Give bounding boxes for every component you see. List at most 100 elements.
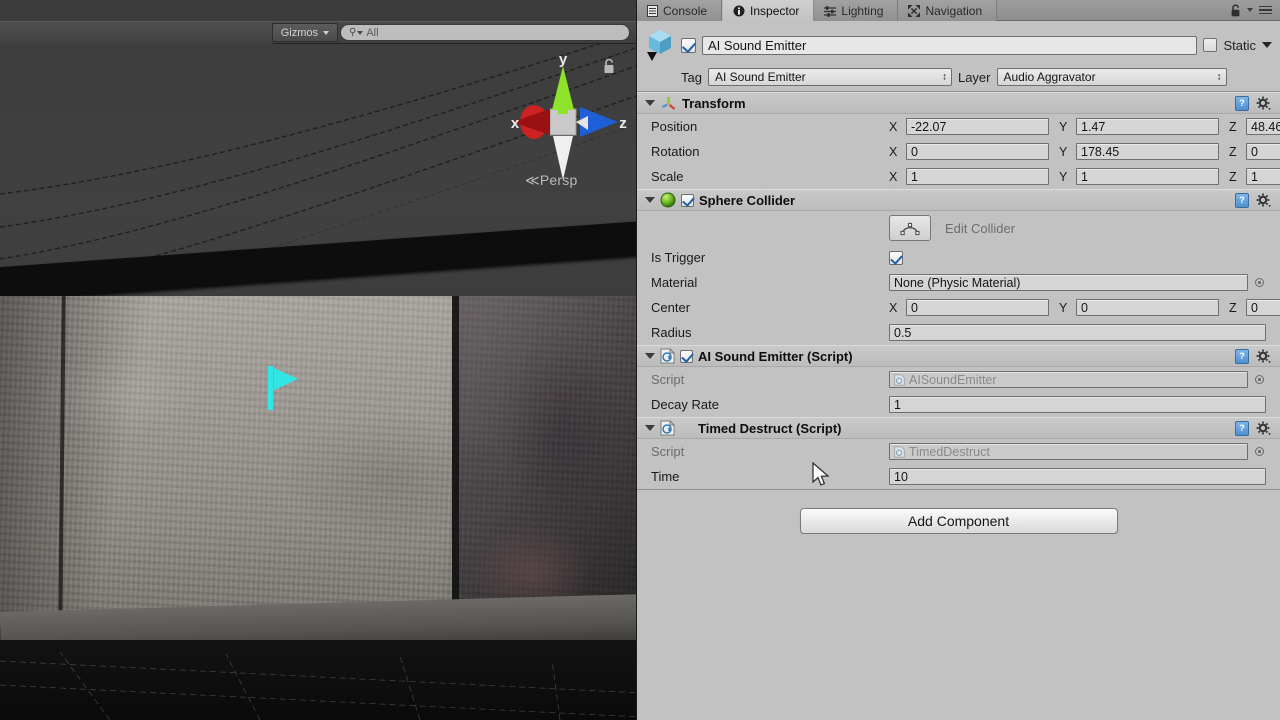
object-picker-icon[interactable] — [1253, 375, 1266, 384]
foldout-triangle-icon[interactable] — [645, 100, 655, 106]
chevron-down-icon[interactable] — [1247, 8, 1253, 12]
is-trigger-checkbox[interactable] — [889, 250, 903, 265]
position-y-input[interactable]: 1.47 — [1076, 118, 1219, 135]
console-icon — [647, 4, 658, 17]
component-sphere-collider: Sphere Collider ? Edit Collider Is Trigg… — [637, 189, 1280, 345]
help-book-icon[interactable]: ? — [1235, 348, 1249, 364]
component-title: AI Sound Emitter (Script) — [698, 348, 853, 364]
component-header-transform[interactable]: Transform ? — [637, 92, 1280, 114]
tab-inspector-label: Inspector — [750, 3, 800, 18]
csharp-script-icon — [894, 374, 905, 385]
object-picker-icon[interactable] — [1253, 447, 1266, 456]
inspector-tabbar[interactable]: Console Inspector Lighting Navigation — [637, 0, 1280, 21]
property-row-decay-rate: Decay Rate 1 — [637, 392, 1280, 417]
scene-search-input[interactable]: ⚲ All — [340, 24, 630, 41]
flag-gizmo[interactable] — [268, 366, 302, 410]
help-book-icon[interactable]: ? — [1235, 192, 1249, 208]
component-header-sphere-collider[interactable]: Sphere Collider ? — [637, 189, 1280, 211]
edit-collider-button[interactable] — [889, 215, 931, 241]
rotation-z-input[interactable]: 0 — [1246, 143, 1280, 160]
padlock-icon[interactable] — [1230, 4, 1241, 17]
property-row-radius: Radius 0.5 — [637, 320, 1280, 345]
sphere-collider-enabled-checkbox[interactable] — [681, 193, 694, 207]
property-label: Scale — [651, 169, 684, 184]
time-input[interactable]: 10 — [889, 468, 1266, 485]
radius-input[interactable]: 0.5 — [889, 324, 1266, 341]
property-label: Position — [651, 119, 698, 134]
inspector-tabbar-controls — [1222, 0, 1280, 20]
info-icon — [733, 5, 745, 16]
gear-icon[interactable] — [1256, 349, 1274, 364]
property-row-script: Script AISoundEmitter — [637, 367, 1280, 392]
add-component-button[interactable]: Add Component — [799, 508, 1118, 534]
property-label: Time — [651, 469, 680, 484]
position-z-input[interactable]: 48.46 — [1246, 118, 1280, 135]
property-label: Script — [651, 372, 685, 387]
component-transform: Transform ? Position X -22.07 Y 1.47 Z 4… — [637, 92, 1280, 189]
tab-navigation[interactable]: Navigation — [898, 0, 998, 21]
layer-value: Audio Aggravator — [1003, 70, 1096, 84]
object-picker-icon[interactable] — [1253, 278, 1266, 287]
scale-z-input[interactable]: 1 — [1246, 168, 1280, 185]
static-dropdown-icon[interactable] — [1262, 42, 1272, 48]
tab-lighting-label: Lighting — [841, 3, 884, 18]
gear-icon[interactable] — [1256, 193, 1274, 208]
scene-projection-label[interactable]: ≪Persp — [525, 172, 577, 189]
property-row-script: Script TimedDestruct — [637, 439, 1280, 464]
component-header-ai-sound-emitter[interactable]: AI Sound Emitter (Script) ? — [637, 345, 1280, 367]
scene-toolbar[interactable]: Gizmos ⚲ All — [0, 0, 636, 44]
lighting-icon — [824, 5, 837, 17]
gameobject-header: AI Sound Emitter Static Tag AI Sound Emi… — [637, 21, 1280, 91]
center-z-input[interactable]: 0 — [1246, 299, 1280, 316]
hamburger-menu-icon[interactable] — [1259, 5, 1272, 15]
gizmos-label: Gizmos — [280, 26, 318, 39]
decay-rate-input[interactable]: 1 — [889, 396, 1266, 413]
tab-console[interactable]: Console — [637, 0, 723, 21]
gameobject-enabled-checkbox[interactable] — [681, 37, 696, 53]
foldout-triangle-icon[interactable] — [645, 197, 655, 203]
center-y-input[interactable]: 0 — [1076, 299, 1219, 316]
edit-collider-icon — [900, 222, 920, 236]
axis-label-x: X — [889, 144, 898, 159]
property-label: Radius — [651, 325, 692, 340]
ai-sound-emitter-enabled-checkbox[interactable] — [680, 349, 693, 363]
csharp-script-icon — [660, 420, 675, 436]
help-book-icon[interactable]: ? — [1235, 420, 1249, 436]
material-object-field[interactable]: None (Physic Material) — [889, 274, 1248, 291]
navigation-icon — [908, 4, 921, 17]
axis-label-y: Y — [1059, 169, 1068, 184]
scene-lock-icon[interactable] — [602, 58, 616, 75]
projection-mode-label: Persp — [539, 172, 578, 188]
rotation-y-input[interactable]: 178.45 — [1076, 143, 1219, 160]
gear-icon[interactable] — [1256, 96, 1274, 111]
scene-view[interactable]: y x z ≪Persp Gizmos ⚲ All — [0, 0, 636, 720]
property-row-position: Position X -22.07 Y 1.47 Z 48.46 — [637, 114, 1280, 139]
scale-x-input[interactable]: 1 — [906, 168, 1049, 185]
property-row-is-trigger: Is Trigger — [637, 245, 1280, 270]
component-header-timed-destruct[interactable]: Timed Destruct (Script) ? — [637, 417, 1280, 439]
tab-lighting[interactable]: Lighting — [814, 0, 899, 21]
layer-dropdown[interactable]: Audio Aggravator — [996, 68, 1227, 86]
static-checkbox[interactable] — [1203, 38, 1218, 52]
cube-prefab-icon[interactable] — [645, 28, 675, 62]
add-component-wrap: Add Component — [637, 490, 1280, 534]
tag-dropdown[interactable]: AI Sound Emitter — [707, 68, 952, 86]
gear-icon[interactable] — [1256, 421, 1274, 436]
csharp-script-icon — [660, 348, 675, 364]
gizmos-dropdown[interactable]: Gizmos — [271, 23, 338, 42]
ai-sound-emitter-script-field: AISoundEmitter — [889, 371, 1248, 388]
tab-inspector[interactable]: Inspector — [722, 0, 815, 21]
foldout-triangle-icon[interactable] — [645, 425, 655, 431]
gameobject-name-input[interactable]: AI Sound Emitter — [702, 35, 1198, 55]
scale-y-input[interactable]: 1 — [1076, 168, 1219, 185]
rotation-x-input[interactable]: 0 — [906, 143, 1049, 160]
axis-label-z: Z — [1229, 169, 1237, 184]
property-row-time: Time 10 — [637, 464, 1280, 489]
component-title: Sphere Collider — [699, 192, 796, 208]
property-label: Script — [651, 444, 685, 459]
position-x-input[interactable]: -22.07 — [906, 118, 1049, 135]
component-title: Timed Destruct (Script) — [698, 420, 842, 436]
foldout-triangle-icon[interactable] — [645, 353, 655, 359]
center-x-input[interactable]: 0 — [906, 299, 1049, 316]
help-book-icon[interactable]: ? — [1235, 95, 1249, 111]
